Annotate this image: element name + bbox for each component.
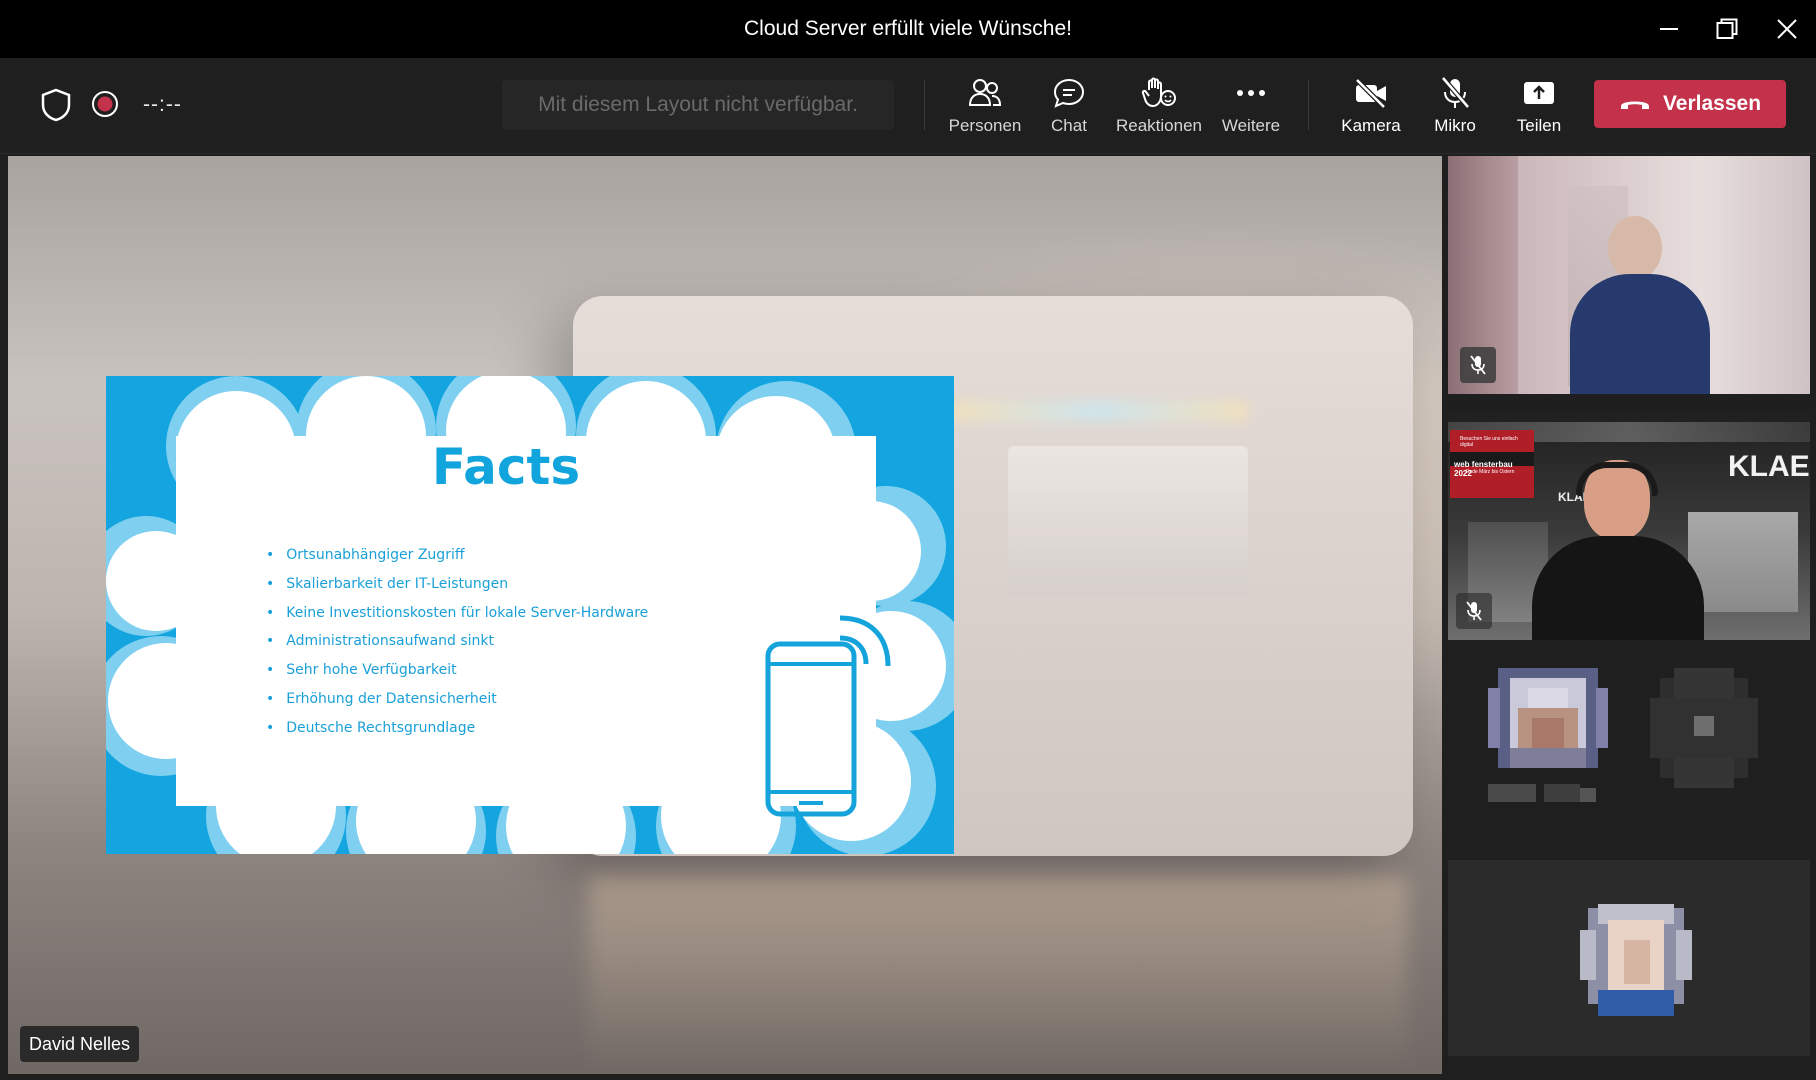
participant-avatar-group[interactable]	[1448, 648, 1810, 848]
slide-bullet: Erhöhung der Datensicherheit	[266, 685, 648, 714]
participant-avatar-tile[interactable]	[1448, 860, 1810, 1056]
reactions-label: Reaktionen	[1115, 116, 1202, 135]
slide-bullet: Keine Investitionskosten für lokale Serv…	[266, 599, 648, 628]
reactions-icon	[1141, 77, 1176, 108]
camera-off-icon	[1355, 78, 1386, 108]
shield-icon[interactable]	[40, 88, 72, 122]
slide-bullet: Deutsche Rechtsgrundlage	[266, 714, 648, 743]
reactions-button[interactable]: Reaktionen	[1114, 72, 1204, 142]
booth-brand-sign: KLAES	[1728, 450, 1810, 483]
mic-label: Mikro	[1434, 116, 1476, 135]
background-reflection	[588, 876, 1408, 1074]
camera-label: Kamera	[1341, 116, 1401, 135]
share-icon	[1524, 82, 1554, 104]
participant-head	[1608, 216, 1662, 280]
meeting-toolbar: --:-- Mit diesem Layout nicht verfügbar.…	[0, 58, 1816, 154]
participant-video-tile[interactable]: Besuchen Sie uns einfach digital web fen…	[1448, 402, 1810, 640]
more-label: Weitere	[1221, 116, 1281, 135]
share-label: Teilen	[1516, 116, 1562, 135]
slide-bullet-list: Ortsunabhängiger Zugriff Skalierbarkeit …	[266, 541, 648, 743]
recording-icon	[91, 90, 119, 118]
minimize-button[interactable]	[1644, 10, 1694, 48]
mic-off-icon	[1441, 76, 1470, 109]
chat-label: Chat	[1051, 116, 1087, 135]
mic-off-icon	[1466, 601, 1482, 621]
hang-up-icon	[1620, 101, 1649, 109]
toolbar-divider	[924, 80, 925, 130]
window-title: Cloud Server erfüllt viele Wünsche!	[744, 17, 1072, 40]
participant-video-tile[interactable]	[1448, 156, 1810, 394]
more-icon	[1237, 90, 1265, 96]
slide-bullet: Sehr hohe Verfügbarkeit	[266, 656, 648, 685]
chat-icon	[1053, 78, 1085, 108]
presenter-name-tag: David Nelles	[20, 1026, 140, 1062]
background-window	[1008, 446, 1248, 596]
participant-body	[1570, 274, 1710, 394]
slide-title: Facts	[431, 438, 581, 496]
mic-button[interactable]: Mikro	[1430, 72, 1480, 142]
people-icon	[968, 79, 1002, 106]
pixelated-avatars	[1488, 668, 1758, 802]
minimize-icon	[1660, 28, 1678, 30]
headset	[1576, 462, 1658, 496]
smartphone-icon	[765, 615, 891, 817]
people-button[interactable]: Personen	[948, 72, 1022, 142]
main-stage: Facts Ortsunabhängiger Zugriff Skalierba…	[8, 156, 1442, 1074]
camera-button[interactable]: Kamera	[1338, 72, 1404, 142]
mic-off-badge	[1456, 593, 1492, 629]
close-icon	[1777, 19, 1797, 39]
restore-button[interactable]	[1702, 10, 1752, 48]
pixelated-avatar	[1580, 904, 1692, 1016]
layout-unavailable-message: Mit diesem Layout nicht verfügbar.	[502, 80, 894, 130]
chat-button[interactable]: Chat	[1040, 72, 1098, 142]
close-button[interactable]	[1762, 10, 1812, 48]
slide-bullet: Skalierbarkeit der IT-Leistungen	[266, 570, 648, 599]
booth-banner: Besuchen Sie uns einfach digital web fen…	[1450, 430, 1534, 498]
leave-button[interactable]: Verlassen	[1594, 80, 1786, 128]
restore-icon	[1716, 18, 1738, 39]
slide-bullet: Administrationsaufwand sinkt	[266, 627, 648, 656]
title-bar: Cloud Server erfüllt viele Wünsche!	[0, 0, 1816, 58]
share-button[interactable]: Teilen	[1512, 72, 1566, 142]
shared-slide: Facts Ortsunabhängiger Zugriff Skalierba…	[106, 376, 954, 854]
background-light	[948, 401, 1248, 421]
meeting-timer: --:--	[143, 93, 182, 116]
leave-label: Verlassen	[1662, 92, 1762, 115]
mic-off-badge	[1460, 347, 1496, 383]
people-label: Personen	[948, 116, 1022, 135]
participant-panel: Besuchen Sie uns einfach digital web fen…	[1448, 156, 1816, 1080]
participant-body	[1532, 536, 1704, 640]
toolbar-divider	[1308, 80, 1309, 130]
more-button[interactable]: Weitere	[1220, 72, 1282, 142]
mic-off-icon	[1470, 355, 1486, 375]
slide-bullet: Ortsunabhängiger Zugriff	[266, 541, 648, 570]
